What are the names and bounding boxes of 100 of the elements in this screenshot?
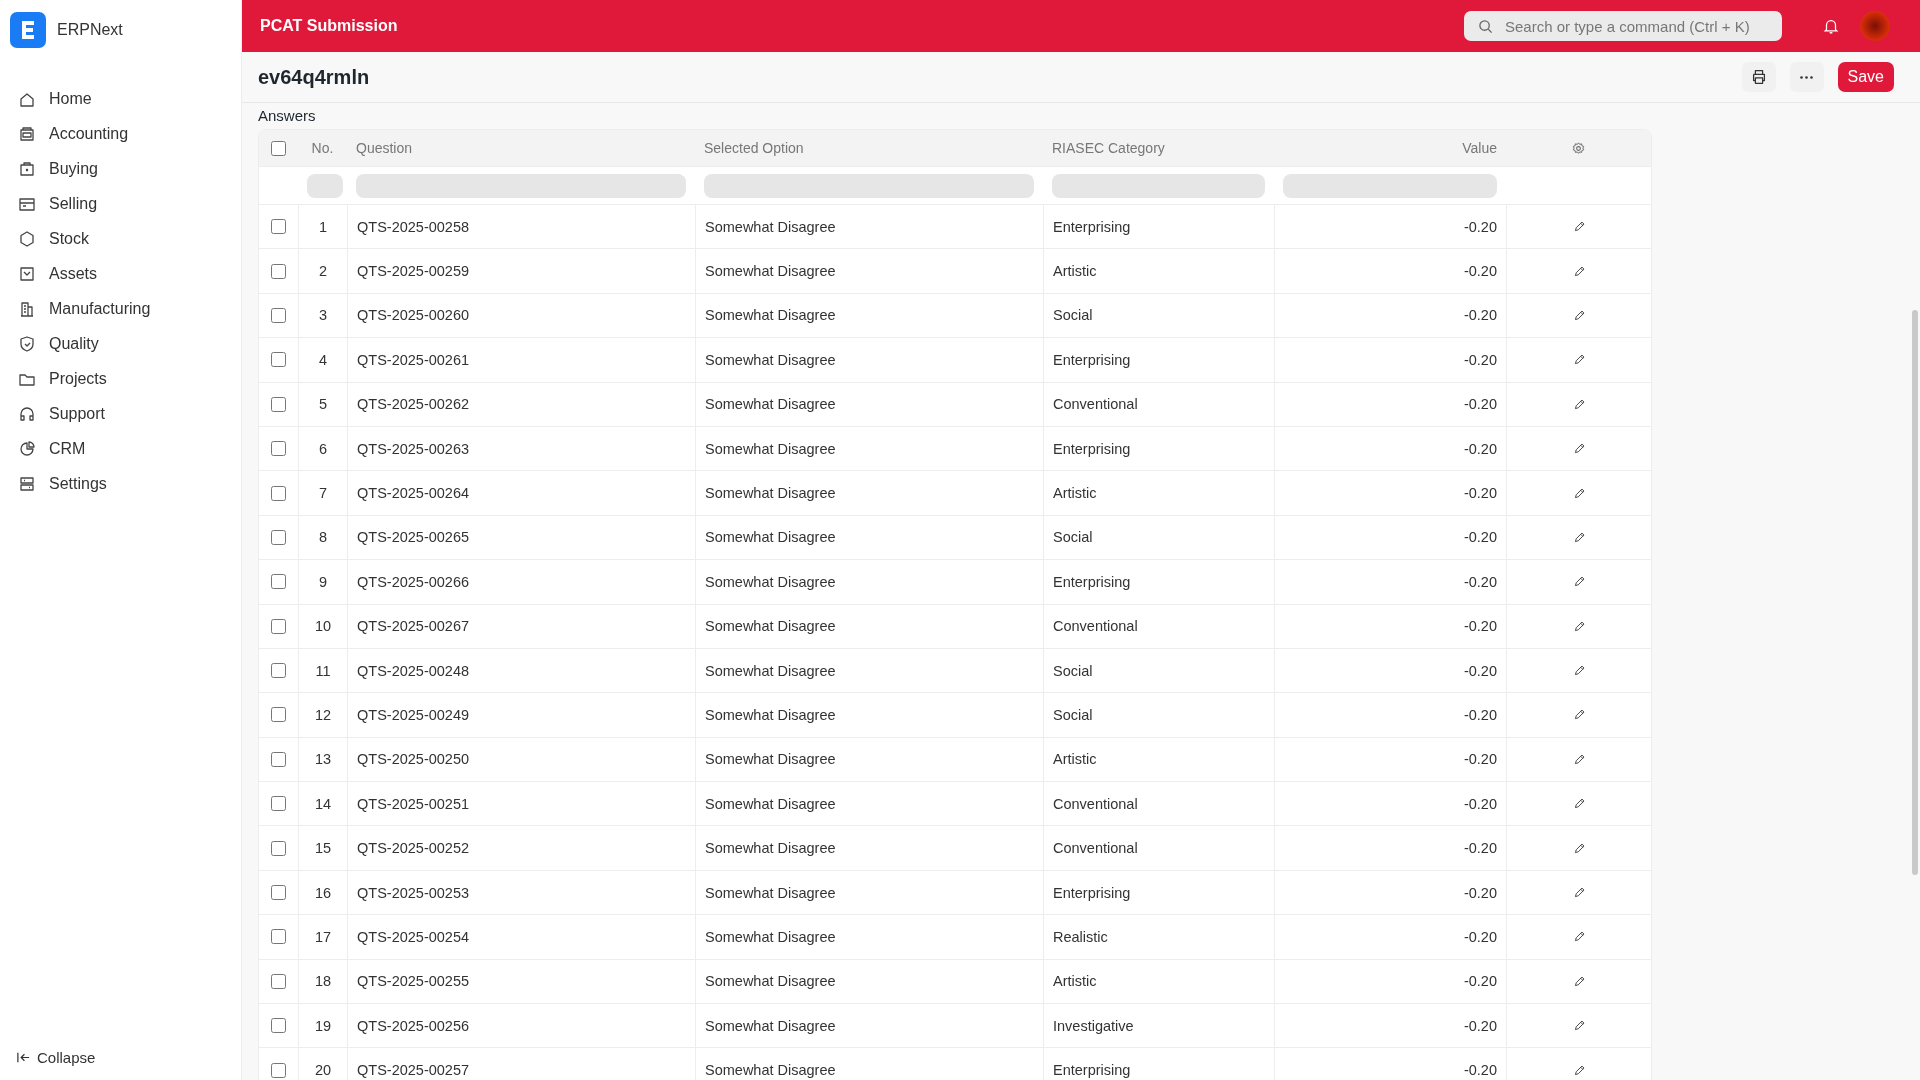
save-button[interactable]: Save xyxy=(1837,62,1894,92)
edit-pencil-icon[interactable] xyxy=(1572,752,1586,766)
edit-pencil-icon[interactable] xyxy=(1572,664,1586,678)
row-number: 4 xyxy=(318,351,328,368)
sidebar-item[interactable]: Support xyxy=(8,399,233,429)
row-checkbox[interactable] xyxy=(271,1018,286,1034)
table-cell: Somewhat Disagree xyxy=(705,573,836,590)
table-cell: QTS-2025-00253 xyxy=(357,884,470,901)
app-logo-icon[interactable] xyxy=(10,12,46,48)
table-cell: Somewhat Disagree xyxy=(705,662,836,679)
edit-pencil-icon[interactable] xyxy=(1572,575,1586,589)
row-checkbox[interactable] xyxy=(271,973,286,989)
row-checkbox[interactable] xyxy=(271,485,286,501)
table-cell: QTS-2025-00249 xyxy=(357,707,470,723)
sidebar-item[interactable]: Quality xyxy=(8,329,233,359)
edit-pencil-icon[interactable] xyxy=(1572,1019,1586,1033)
table-cell: Somewhat Disagree xyxy=(705,485,836,502)
table-cell: QTS-2025-00252 xyxy=(357,840,470,857)
edit-pencil-icon[interactable] xyxy=(1572,797,1586,811)
edit-pencil-icon[interactable] xyxy=(1572,619,1586,633)
column-header: RIASEC Category xyxy=(1051,139,1166,158)
select-all-checkbox[interactable] xyxy=(271,140,286,156)
row-checkbox[interactable] xyxy=(271,574,286,590)
table-cell: -0.20 xyxy=(1463,618,1497,635)
table-cell: Enterprising xyxy=(1053,218,1131,235)
sidebar-item[interactable]: Stock xyxy=(8,224,233,254)
table-cell: Enterprising xyxy=(1053,351,1131,368)
row-checkbox[interactable] xyxy=(271,441,286,457)
table-cell: Somewhat Disagree xyxy=(705,707,836,723)
edit-pencil-icon[interactable] xyxy=(1572,708,1586,722)
table-cell: QTS-2025-00248 xyxy=(357,662,470,679)
table-cell: QTS-2025-00257 xyxy=(357,1062,470,1079)
edit-pencil-icon[interactable] xyxy=(1572,841,1586,855)
edit-pencil-icon[interactable] xyxy=(1572,530,1586,544)
search-icon xyxy=(1478,18,1493,34)
row-checkbox[interactable] xyxy=(271,707,286,723)
row-number: 20 xyxy=(314,1062,332,1079)
row-checkbox[interactable] xyxy=(271,352,286,368)
column-header: No. xyxy=(310,139,335,158)
edit-pencil-icon[interactable] xyxy=(1572,353,1586,367)
edit-pencil-icon[interactable] xyxy=(1572,308,1586,322)
row-checkbox[interactable] xyxy=(271,618,286,634)
sidebar-item-icon xyxy=(19,161,35,177)
sidebar-item-icon xyxy=(19,476,35,492)
sidebar-item[interactable]: Accounting xyxy=(8,119,233,149)
row-checkbox[interactable] xyxy=(271,263,286,279)
table-cell: Somewhat Disagree xyxy=(705,928,836,945)
sidebar-item[interactable]: Projects xyxy=(8,364,233,394)
sidebar-item[interactable]: CRM xyxy=(8,434,233,464)
table-cell: Artistic xyxy=(1053,751,1097,768)
row-checkbox[interactable] xyxy=(271,929,286,945)
sidebar-item[interactable]: Settings xyxy=(8,469,233,499)
row-number: 17 xyxy=(314,928,332,945)
row-checkbox[interactable] xyxy=(271,840,286,856)
table-cell: -0.20 xyxy=(1463,573,1497,590)
edit-pencil-icon[interactable] xyxy=(1572,1063,1586,1077)
row-checkbox[interactable] xyxy=(271,796,286,812)
row-checkbox[interactable] xyxy=(271,396,286,412)
sidebar-item[interactable]: Manufacturing xyxy=(8,294,233,324)
row-number: 15 xyxy=(314,840,332,857)
sidebar-item[interactable]: Buying xyxy=(8,154,233,184)
filter-input[interactable] xyxy=(1052,173,1265,198)
more-icon xyxy=(1800,75,1814,79)
row-number: 13 xyxy=(314,751,332,768)
table-cell: Conventional xyxy=(1053,840,1138,857)
row-checkbox[interactable] xyxy=(271,663,286,679)
search-field[interactable]: Search or type a command (Ctrl + K) xyxy=(1464,11,1782,41)
table-cell: Somewhat Disagree xyxy=(705,440,836,457)
sidebar-item[interactable]: Assets xyxy=(8,259,233,289)
edit-pencil-icon[interactable] xyxy=(1572,264,1586,278)
row-checkbox[interactable] xyxy=(271,1062,286,1078)
edit-pencil-icon[interactable] xyxy=(1572,930,1586,944)
settings-icon[interactable] xyxy=(1571,140,1586,156)
edit-pencil-icon[interactable] xyxy=(1572,486,1586,500)
edit-pencil-icon[interactable] xyxy=(1572,220,1586,234)
row-checkbox[interactable] xyxy=(271,307,286,323)
notification-bell-icon[interactable] xyxy=(1822,17,1840,35)
scrollbar[interactable] xyxy=(1912,310,1918,875)
row-checkbox[interactable] xyxy=(271,219,286,235)
row-number: 5 xyxy=(318,396,328,413)
table-cell: Somewhat Disagree xyxy=(705,795,836,812)
print-button[interactable] xyxy=(1741,62,1776,92)
filter-input[interactable] xyxy=(356,173,686,198)
row-checkbox[interactable] xyxy=(271,885,286,901)
row-checkbox[interactable] xyxy=(271,529,286,545)
filter-input[interactable] xyxy=(1283,173,1497,198)
table-cell: -0.20 xyxy=(1463,263,1497,280)
edit-pencil-icon[interactable] xyxy=(1572,397,1586,411)
sidebar-item[interactable]: Home xyxy=(8,84,233,114)
collapse-button[interactable]: Collapse xyxy=(16,1049,96,1066)
edit-pencil-icon[interactable] xyxy=(1572,974,1586,988)
edit-pencil-icon[interactable] xyxy=(1572,886,1586,900)
filter-input[interactable] xyxy=(307,173,343,198)
row-checkbox[interactable] xyxy=(271,751,286,767)
table-cell: -0.20 xyxy=(1463,973,1497,990)
table-cell: Somewhat Disagree xyxy=(705,840,836,857)
table-cell: Enterprising xyxy=(1053,1062,1131,1079)
edit-pencil-icon[interactable] xyxy=(1572,442,1586,456)
sidebar-item[interactable]: Selling xyxy=(8,189,233,219)
filter-input[interactable] xyxy=(704,173,1034,198)
